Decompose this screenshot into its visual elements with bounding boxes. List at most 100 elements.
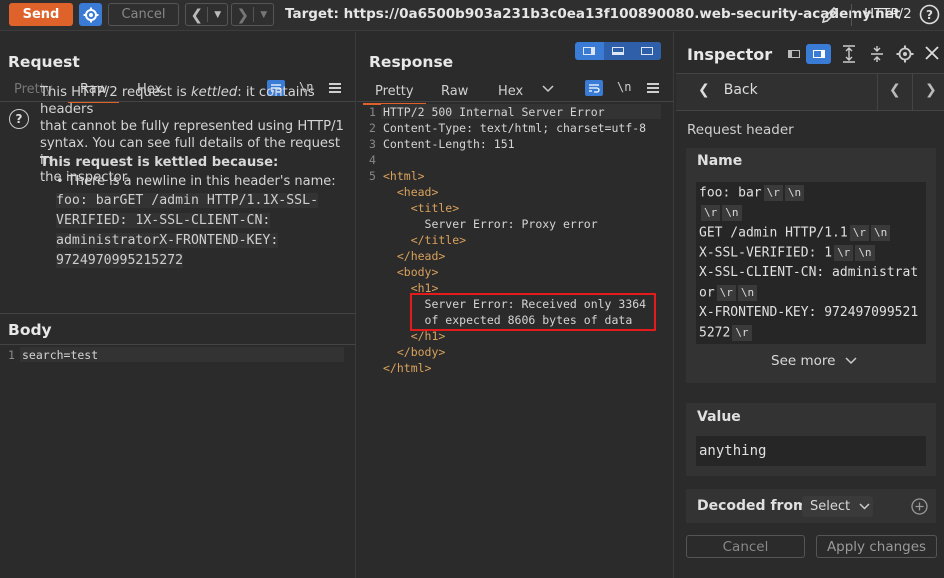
inspector-cancel-button[interactable]: Cancel xyxy=(686,535,805,558)
response-line[interactable]: </title> xyxy=(383,233,466,247)
name-line-text: X-SSL-VERIFIED: 1 xyxy=(699,245,833,261)
inspector-layout-right-icon[interactable] xyxy=(806,44,831,64)
body-line[interactable]: search=test xyxy=(22,348,98,362)
cancel-button[interactable]: Cancel xyxy=(108,3,179,26)
response-tab-hex[interactable]: Hex xyxy=(498,80,523,102)
body-title: Body xyxy=(8,321,52,339)
value-label: Value xyxy=(697,409,741,425)
expand-all-icon[interactable] xyxy=(841,45,857,63)
next-item-icon[interactable]: ❯ xyxy=(925,82,937,98)
response-line[interactable]: <head> xyxy=(383,185,439,199)
inspector-settings-icon[interactable] xyxy=(896,45,914,63)
response-line[interactable]: <html> xyxy=(383,169,425,183)
escape-badge: \r xyxy=(849,225,869,241)
response-line[interactable]: <body> xyxy=(383,265,439,279)
response-title: Response xyxy=(369,53,454,71)
escape-badge: \n xyxy=(855,245,875,261)
name-line: \r \n xyxy=(699,205,742,221)
chevron-down-icon xyxy=(859,503,870,510)
response-tab-pretty[interactable]: Pretty xyxy=(363,80,425,105)
decoded-select[interactable]: Select xyxy=(802,496,873,517)
collapse-all-icon[interactable] xyxy=(869,45,885,63)
name-line: X-SSL-CLIENT-CN: administrat xyxy=(699,265,918,280)
target-url[interactable]: Target: https://0a6500b903a231b3c0ea13f1… xyxy=(285,6,900,22)
back-arrow-icon[interactable]: ❮ xyxy=(186,4,207,25)
response-line-number: 4 xyxy=(369,153,376,167)
name-line: X-SSL-VERIFIED: 1 \r \n xyxy=(699,245,875,261)
name-line: 5272 \r xyxy=(699,325,752,341)
escape-badge: \r xyxy=(834,245,854,261)
wrap-icon xyxy=(589,84,600,93)
escape-badge: \r xyxy=(716,285,736,301)
name-line: X-FRONTEND-KEY: 972497099521 xyxy=(699,305,918,320)
add-icon[interactable] xyxy=(911,498,928,515)
name-line: GET /admin HTTP/1.1 \r \n xyxy=(699,225,891,241)
chevron-down-icon xyxy=(845,357,857,365)
name-line: foo: bar \r \n xyxy=(699,185,805,201)
escape-badge: \r xyxy=(763,185,783,201)
prev-item-icon[interactable]: ❮ xyxy=(889,82,901,98)
response-menu-icon[interactable] xyxy=(647,83,659,93)
response-wrap-lines-toggle[interactable] xyxy=(585,80,603,96)
escape-badge: \n xyxy=(737,285,758,301)
response-newline-toggle[interactable]: \n xyxy=(617,80,631,94)
escape-badge: \n xyxy=(784,185,805,201)
toolbar: Send Cancel ❮ ▼ ❯ ▼ Target: https://0a65… xyxy=(0,0,944,31)
close-icon[interactable] xyxy=(925,46,939,60)
name-label: Name xyxy=(697,153,743,169)
kettled-reason-bullet: • There is a newline in this header's na… xyxy=(56,174,336,189)
section-label: Request header xyxy=(687,122,794,138)
decoded-label: Decoded from: xyxy=(697,498,814,514)
response-line[interactable]: </h1> xyxy=(383,329,446,343)
layout-tabs-icon[interactable] xyxy=(632,42,662,60)
response-line[interactable]: </body> xyxy=(383,345,445,359)
inspector-layout-toggle[interactable] xyxy=(781,44,831,64)
response-line[interactable]: HTTP/2 500 Internal Server Error xyxy=(383,105,605,119)
question-icon: ? xyxy=(9,109,29,129)
inspector-layout-left-icon[interactable] xyxy=(781,44,806,64)
name-line-text: or xyxy=(699,285,715,301)
response-line[interactable]: </html> xyxy=(383,361,431,375)
escape-badge: \r xyxy=(701,205,721,221)
layout-side-by-side-icon[interactable] xyxy=(575,42,604,60)
settings-gear-button[interactable] xyxy=(79,3,102,26)
help-icon[interactable]: ? xyxy=(919,4,940,25)
response-line-number: 3 xyxy=(369,137,376,151)
kettled-header-code: foo: barGET /admin HTTP/1.1X-SSL- VERIFI… xyxy=(56,193,319,268)
pencil-icon[interactable] xyxy=(820,5,840,25)
back-button[interactable]: ❮ Back xyxy=(698,82,758,98)
inspector-title: Inspector xyxy=(687,45,773,64)
name-line-text: X-SSL-CLIENT-CN: administrat xyxy=(699,265,919,280)
chevron-left-icon: ❮ xyxy=(698,82,710,98)
protocol-label[interactable]: HTTP/2 xyxy=(864,6,912,22)
response-tabs-dropdown-icon[interactable] xyxy=(542,85,554,93)
value-text: anything xyxy=(699,443,767,459)
response-line-number: 1 xyxy=(369,105,376,119)
back-dropdown-icon[interactable]: ▼ xyxy=(208,4,227,25)
response-line[interactable]: </head> xyxy=(383,249,445,263)
response-line[interactable]: Content-Length: 151 xyxy=(383,137,515,151)
layout-switcher[interactable] xyxy=(575,42,662,60)
escape-badge: \r xyxy=(732,325,752,341)
name-line-text: foo: bar xyxy=(699,185,762,201)
history-back-group: ❮ ▼ xyxy=(185,3,228,26)
response-line[interactable]: Content-Type: text/html; charset=utf-8 xyxy=(383,121,646,135)
forward-dropdown-icon[interactable]: ▼ xyxy=(254,4,273,25)
kettled-reason-heading: This request is kettled because: xyxy=(40,155,279,170)
name-line-text: X-FRONTEND-KEY: 972497099521 xyxy=(699,305,919,320)
kettled-info: This HTTP/2 request is kettled: it conta… xyxy=(40,85,344,185)
layout-stacked-icon[interactable] xyxy=(603,42,633,60)
response-line-number: 2 xyxy=(369,121,376,135)
svg-text:?: ? xyxy=(926,8,933,22)
response-line[interactable]: Server Error: Proxy error xyxy=(383,217,598,231)
response-line-number: 5 xyxy=(369,169,376,183)
response-tab-raw[interactable]: Raw xyxy=(441,80,468,102)
apply-changes-button[interactable]: Apply changes xyxy=(816,535,937,558)
request-title: Request xyxy=(8,53,80,71)
send-button[interactable]: Send xyxy=(9,3,73,26)
escape-badge: \n xyxy=(722,205,742,221)
response-line[interactable]: <title> xyxy=(383,201,459,215)
forward-arrow-icon[interactable]: ❯ xyxy=(232,4,253,25)
history-forward-group: ❯ ▼ xyxy=(231,3,274,26)
see-more-link[interactable]: See more xyxy=(771,353,857,369)
